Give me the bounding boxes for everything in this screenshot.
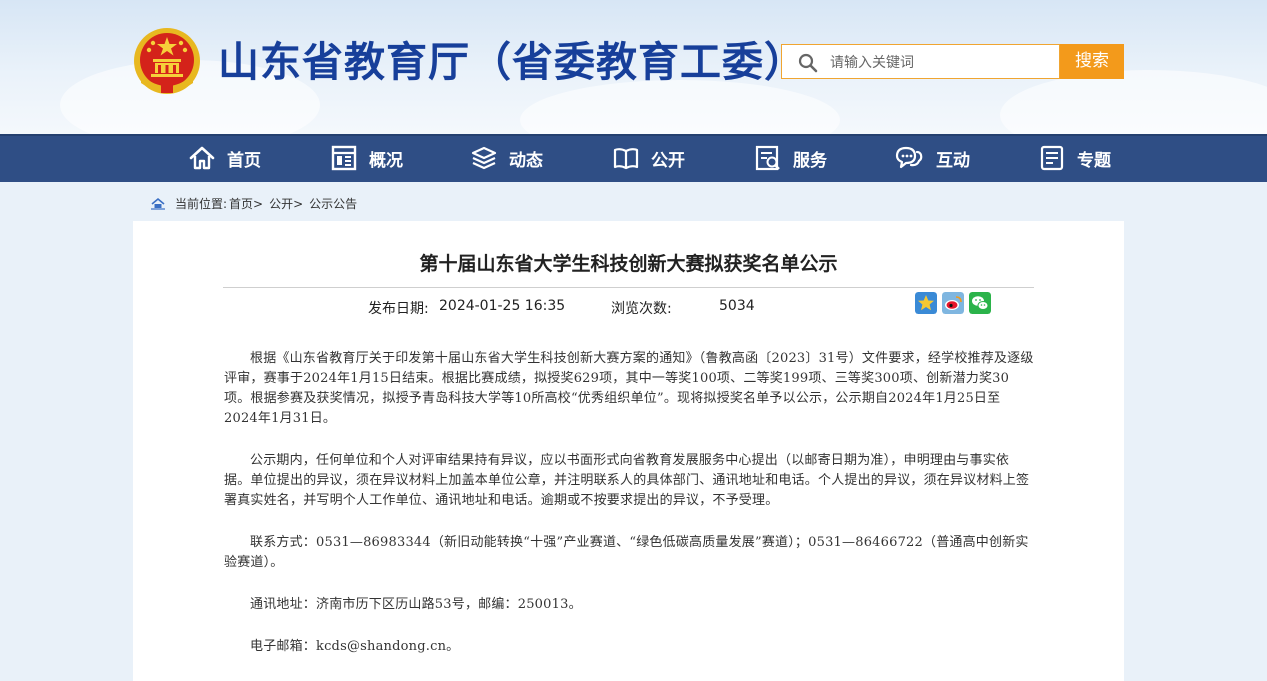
nav-label: 公开 xyxy=(651,150,685,171)
search-button[interactable]: 搜索 xyxy=(1060,44,1124,79)
nav-item-home[interactable]: 首页 xyxy=(189,134,261,182)
nav-label: 专题 xyxy=(1077,150,1111,171)
book-icon xyxy=(613,148,639,170)
breadcrumb: 当前位置: 首页> 公开> 公示公告 xyxy=(151,194,357,212)
wechat-icon[interactable] xyxy=(969,292,991,314)
nav-label: 概况 xyxy=(369,150,403,171)
nav-label: 服务 xyxy=(793,150,827,171)
article-body: 根据《山东省教育厅关于印发第十届山东省大学生科技创新大赛方案的通知》（鲁教高函〔… xyxy=(224,349,1034,679)
article-panel: 第十届山东省大学生科技创新大赛拟获奖名单公示 发布日期: 2024-01-25 … xyxy=(133,221,1124,681)
article-paragraph: 公示期内，任何单位和个人对评审结果持有异议，应以书面形式向省教育发展服务中心提出… xyxy=(224,453,1030,508)
nav-item-service[interactable]: 服务 xyxy=(755,134,827,182)
favorite-star-icon[interactable] xyxy=(915,292,937,314)
home-icon xyxy=(189,146,215,170)
breadcrumb-notice-link[interactable]: 公示公告 xyxy=(309,195,357,212)
nav-item-news[interactable]: 动态 xyxy=(471,134,543,182)
breadcrumb-public-link[interactable]: 公开> xyxy=(269,195,303,212)
main-nav: 首页 概况 动态 公开 服务 互动 专题 xyxy=(0,134,1267,182)
nav-item-public[interactable]: 公开 xyxy=(613,134,685,182)
article-paragraph: 根据《山东省教育厅关于印发第十届山东省大学生科技创新大赛方案的通知》（鲁教高函〔… xyxy=(224,351,1034,426)
publish-date-label: 发布日期: xyxy=(368,301,429,317)
view-count: 5034 xyxy=(719,298,755,314)
nav-label: 动态 xyxy=(509,150,543,171)
article-paragraph: 联系方式：0531—86983344（新旧动能转换“十强”产业赛道、“绿色低碳高… xyxy=(224,535,1029,570)
weibo-icon[interactable] xyxy=(942,292,964,314)
national-emblem-logo[interactable] xyxy=(133,27,201,95)
article-paragraph: 通讯地址：济南市历下区历山路53号，邮编：250013。 xyxy=(250,597,582,612)
article-paragraph: 电子邮箱：kcds@shandong.cn。 xyxy=(250,639,460,654)
publish-date: 2024-01-25 16:35 xyxy=(439,298,566,314)
article-title: 第十届山东省大学生科技创新大赛拟获奖名单公示 xyxy=(419,253,838,275)
nav-item-overview[interactable]: 概况 xyxy=(331,134,403,182)
location-home-icon xyxy=(151,197,165,210)
site-title: 山东省教育厅（省委教育工委） xyxy=(218,38,806,86)
layers-icon xyxy=(471,146,497,170)
search-input[interactable] xyxy=(828,45,1057,80)
breadcrumb-prefix: 当前位置: xyxy=(175,196,228,211)
search-box xyxy=(781,44,1060,80)
title-divider xyxy=(223,287,1034,288)
nav-label: 互动 xyxy=(936,150,970,171)
site-header: 山东省教育厅（省委教育工委） 搜索 xyxy=(0,0,1267,134)
view-count-label: 浏览次数: xyxy=(611,301,672,317)
search-icon xyxy=(798,53,818,73)
overview-icon xyxy=(331,145,357,171)
document-icon xyxy=(1040,145,1064,171)
chat-icon xyxy=(895,146,923,169)
nav-label: 首页 xyxy=(227,150,261,171)
service-icon xyxy=(755,145,780,171)
nav-item-topics[interactable]: 专题 xyxy=(1039,134,1111,182)
nav-item-interaction[interactable]: 互动 xyxy=(894,134,970,182)
breadcrumb-home-link[interactable]: 首页> xyxy=(229,195,263,212)
